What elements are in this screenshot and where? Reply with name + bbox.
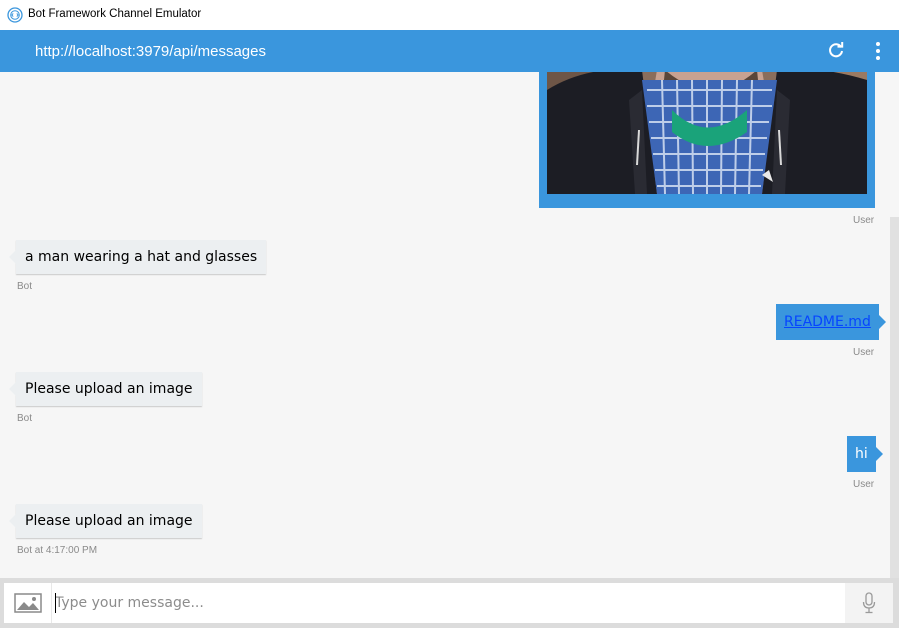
user-message-bubble[interactable]: hi	[847, 436, 883, 472]
message-text: Please upload an image	[25, 513, 193, 529]
message-composer	[0, 578, 899, 628]
message-meta: Bot at 4:17:00 PM	[17, 545, 98, 556]
photo-image	[547, 72, 867, 194]
message-text: hi	[855, 446, 868, 462]
user-message-bubble[interactable]: README.md	[776, 304, 886, 340]
text-cursor	[55, 593, 56, 613]
readme-link[interactable]: README.md	[784, 314, 871, 330]
message-meta: User	[853, 347, 875, 358]
bot-message-bubble[interactable]: a man wearing a hat and glasses	[8, 240, 267, 274]
image-upload-icon[interactable]	[14, 592, 42, 614]
message-meta: User	[853, 215, 875, 226]
chat-history[interactable]: User a man wearing a hat and glasses Bot…	[0, 72, 899, 578]
message-meta: Bot	[17, 413, 33, 424]
message-meta: User	[853, 479, 875, 490]
more-vertical-icon[interactable]	[869, 40, 887, 62]
emulator-logo-icon	[7, 7, 23, 23]
composer-box	[4, 583, 893, 623]
microphone-icon[interactable]	[862, 592, 876, 614]
refresh-icon[interactable]	[826, 41, 846, 61]
bot-message-bubble[interactable]: Please upload an image	[9, 504, 202, 538]
composer-divider	[51, 583, 52, 623]
window-title: Bot Framework Channel Emulator	[28, 8, 202, 20]
uploaded-photo	[547, 72, 867, 194]
message-meta: Bot	[17, 281, 33, 292]
endpoint-url[interactable]: http://localhost:3979/api/messages	[35, 43, 266, 60]
user-image-attachment[interactable]	[539, 72, 875, 208]
message-text: a man wearing a hat and glasses	[25, 249, 258, 265]
mic-button[interactable]	[845, 583, 893, 623]
scrollbar[interactable]	[890, 217, 899, 578]
bot-message-bubble[interactable]: Please upload an image	[9, 372, 202, 406]
message-input[interactable]	[53, 583, 843, 623]
message-text: Please upload an image	[25, 381, 193, 397]
address-bar: http://localhost:3979/api/messages	[0, 30, 899, 72]
window-titlebar: Bot Framework Channel Emulator	[0, 0, 899, 30]
